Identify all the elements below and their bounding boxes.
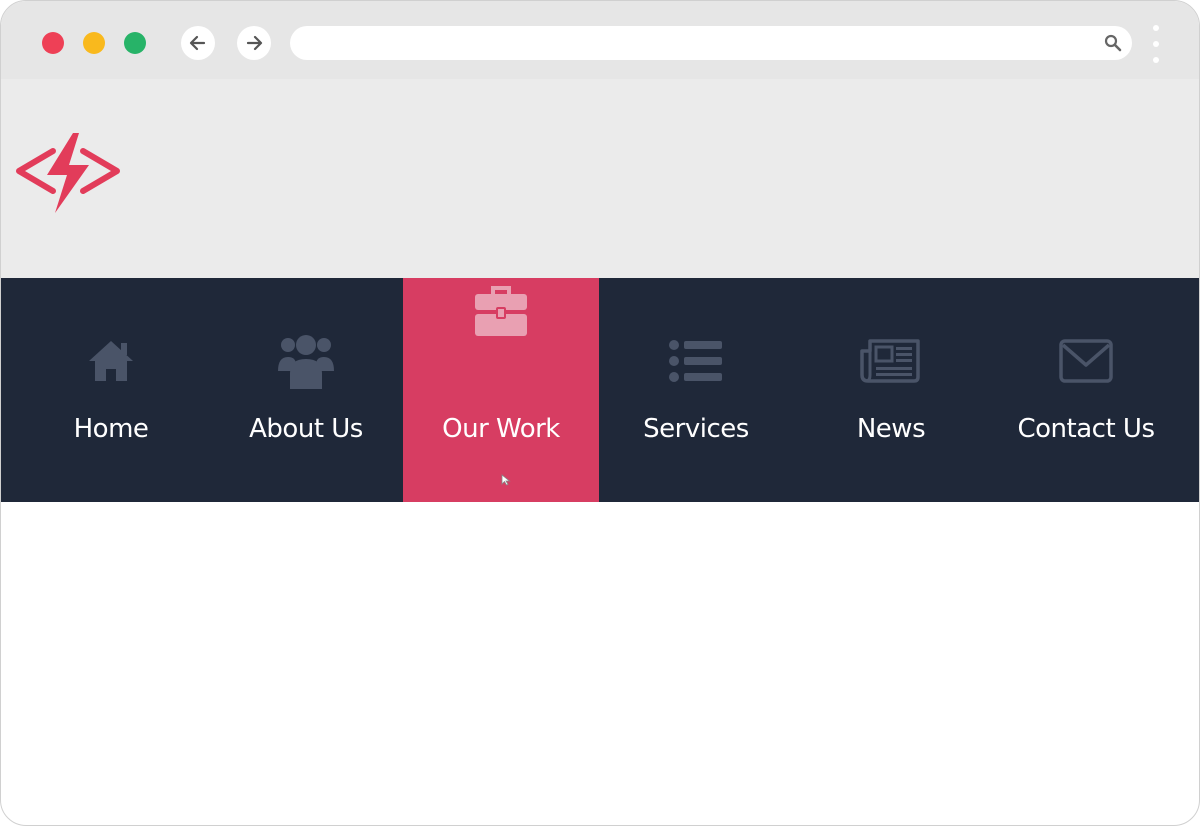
nav-label-news: News — [856, 414, 926, 444]
nav-label-services: Services — [643, 414, 749, 444]
nav-label-about-us: About Us — [249, 414, 363, 444]
lightning-code-logo[interactable] — [11, 131, 125, 215]
nav-item-our-work[interactable]: Our Work — [403, 278, 599, 502]
browser-menu-button[interactable] — [1149, 25, 1163, 63]
newspaper-icon — [860, 339, 920, 383]
menu-dot — [1153, 57, 1159, 63]
browser-toolbar — [1, 1, 1199, 79]
users-icon — [278, 335, 334, 389]
nav-item-contact-us[interactable]: Contact Us — [988, 278, 1184, 502]
back-button[interactable] — [181, 26, 215, 60]
menu-dot — [1153, 41, 1159, 47]
maximize-window-button[interactable] — [124, 32, 146, 54]
close-window-button[interactable] — [42, 32, 64, 54]
browser-window: Home About Us Our Work Services News Con… — [0, 0, 1200, 826]
nav-item-services[interactable]: Services — [598, 278, 794, 502]
list-icon — [669, 340, 722, 382]
home-icon — [89, 341, 133, 381]
arrow-left-icon — [189, 35, 206, 51]
arrow-right-icon — [246, 35, 263, 51]
nav-item-home[interactable]: Home — [13, 278, 209, 502]
url-input[interactable] — [306, 26, 1086, 60]
main-navigation: Home About Us Our Work Services News Con… — [1, 278, 1199, 502]
mouse-cursor-icon — [501, 474, 511, 486]
briefcase-icon — [475, 286, 527, 336]
nav-item-news[interactable]: News — [793, 278, 989, 502]
page-content — [1, 502, 1199, 612]
nav-label-our-work: Our Work — [442, 414, 560, 444]
address-bar[interactable] — [290, 26, 1132, 60]
minimize-window-button[interactable] — [83, 32, 105, 54]
site-header — [1, 79, 1199, 278]
search-icon[interactable] — [1104, 34, 1122, 52]
menu-dot — [1153, 25, 1159, 31]
envelope-icon — [1059, 339, 1113, 383]
nav-item-about-us[interactable]: About Us — [208, 278, 404, 502]
nav-label-contact-us: Contact Us — [1017, 414, 1156, 444]
nav-label-home: Home — [73, 414, 149, 444]
forward-button[interactable] — [237, 26, 271, 60]
